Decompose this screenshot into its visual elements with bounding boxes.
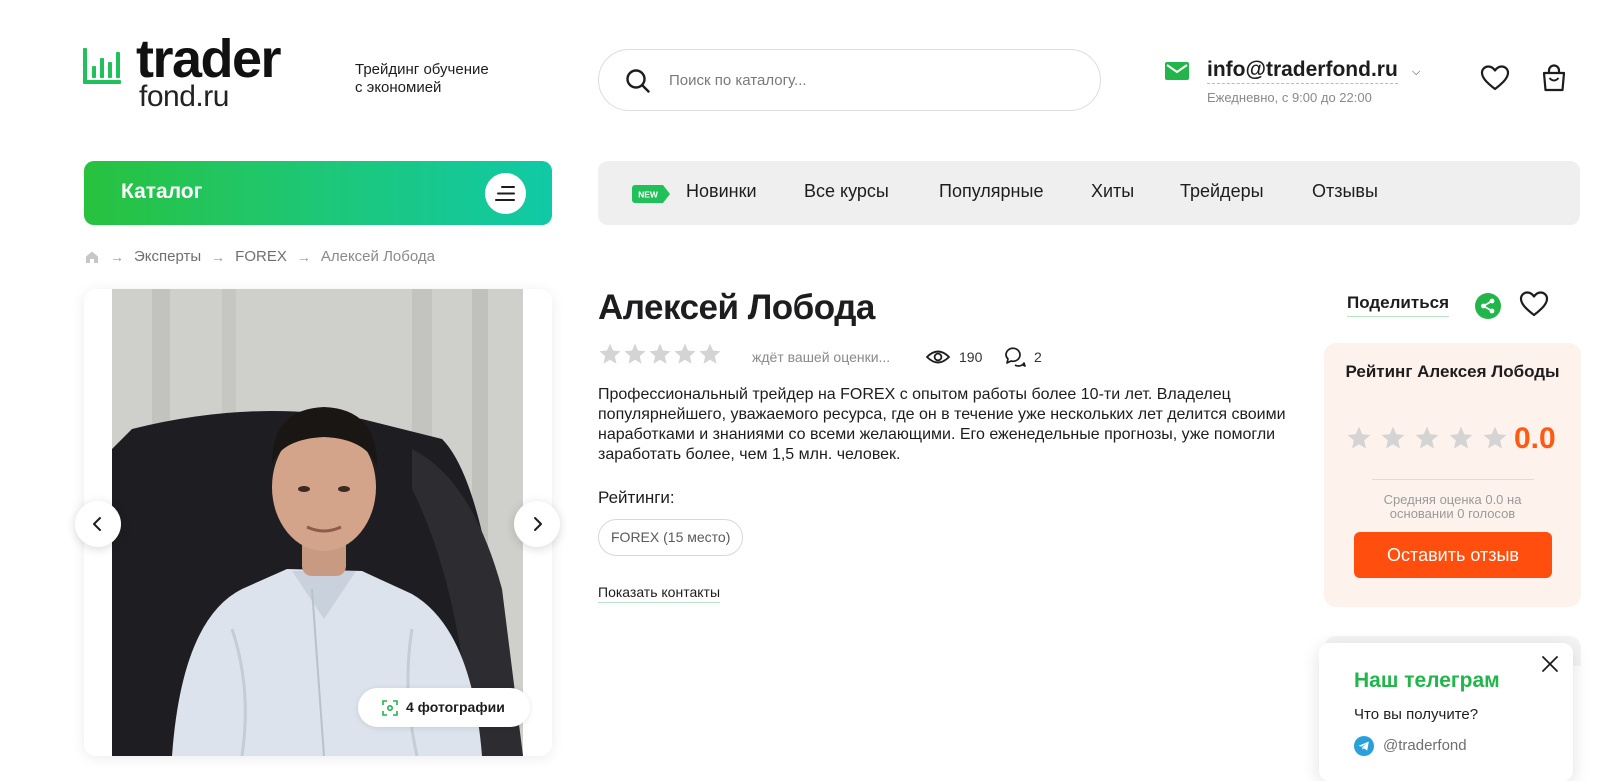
photos-count-label: 4 фотографии [406, 699, 505, 715]
leave-review-button[interactable]: Оставить отзыв [1354, 532, 1552, 578]
rating-note: Средняя оценка 0.0 на основании 0 голосо… [1383, 492, 1522, 521]
heart-icon[interactable] [1519, 290, 1549, 318]
star-icon[interactable] [623, 342, 647, 366]
star-icon [1415, 426, 1439, 449]
search-icon[interactable] [625, 68, 651, 94]
star-icon[interactable] [648, 342, 672, 366]
close-icon[interactable] [1541, 655, 1559, 673]
catalog-label: Каталог [121, 180, 203, 203]
rating-status: ждёт вашей оценки... [752, 349, 891, 365]
photos-count-button[interactable]: 4 фотографии [358, 688, 530, 727]
breadcrumb-forex[interactable]: FOREX [235, 248, 287, 265]
nav-item-popular[interactable]: Популярные [939, 181, 1043, 202]
work-hours: Ежедневно, с 9:00 до 22:00 [1207, 90, 1372, 105]
top-navigation: NEW Новинки Все курсы Популярные Хиты Тр… [598, 161, 1580, 225]
page-title: Алексей Лобода [598, 288, 875, 327]
rating-card-title: Рейтинг Алексея Лободы [1345, 362, 1560, 381]
ratings-label: Рейтинги: [598, 488, 675, 507]
logo[interactable]: trader fond.ru [82, 32, 332, 113]
rating-tag[interactable]: FOREX (15 место) [598, 519, 744, 556]
telegram-icon [1354, 736, 1374, 756]
rating-card: Рейтинг Алексея Лободы 0.0 Средняя оценк… [1324, 343, 1581, 607]
new-badge-icon: NEW [632, 185, 670, 203]
tagline-line-2: с экономией [355, 79, 442, 96]
telegram-subtitle: Что вы получите? [1354, 706, 1479, 723]
nav-item-novinki[interactable]: Новинки [686, 181, 757, 202]
new-badge-label: NEW [638, 190, 659, 200]
search-bar [598, 49, 1101, 111]
breadcrumb-arrow-icon: → [110, 248, 124, 265]
comments-count: 2 [1034, 349, 1042, 365]
nav-item-all-courses[interactable]: Все курсы [804, 181, 889, 202]
catalog-button[interactable]: Каталог [84, 161, 552, 225]
photo-gallery [84, 289, 552, 756]
breadcrumb-current: Алексей Лобода [320, 248, 435, 265]
tagline: Трейдинг обучение с экономией [355, 61, 515, 97]
show-contacts-link[interactable]: Показать контакты [598, 584, 721, 603]
user-rating-stars[interactable] [598, 342, 723, 366]
breadcrumb-experts[interactable]: Эксперты [134, 248, 201, 265]
email-link[interactable]: info@traderfond.ru [1207, 58, 1398, 84]
telegram-title: Наш телеграм [1354, 669, 1500, 692]
rating-score: 0.0 [1514, 422, 1556, 455]
mail-icon [1165, 62, 1189, 80]
comments-icon[interactable] [1004, 346, 1026, 368]
catalog-menu-toggle[interactable] [485, 173, 526, 214]
divider [1372, 479, 1534, 480]
heart-icon[interactable] [1480, 63, 1510, 93]
chevron-right-icon [534, 517, 542, 531]
telegram-popup: Наш телеграм Что вы получите? @traderfon… [1319, 643, 1573, 781]
search-input[interactable] [669, 50, 1069, 110]
rating-card-stars [1346, 425, 1516, 451]
chevron-down-icon[interactable]: ⌵ [1412, 66, 1420, 79]
filter-lines-icon [495, 186, 515, 201]
tagline-line-1: Трейдинг обучение [355, 61, 489, 78]
expert-portrait-illustration [112, 289, 523, 756]
breadcrumb-arrow-icon: → [211, 248, 226, 265]
views-count: 190 [959, 349, 983, 365]
share-link[interactable]: Поделиться [1347, 293, 1450, 317]
expand-photos-icon [382, 700, 398, 716]
breadcrumb-arrow-icon: → [296, 248, 311, 265]
chart-bars-icon [83, 48, 121, 84]
chevron-left-icon [93, 517, 101, 531]
cart-bag-icon[interactable] [1539, 63, 1569, 93]
home-icon[interactable] [84, 249, 100, 265]
eye-icon [926, 350, 950, 364]
expert-photo[interactable] [112, 289, 523, 756]
star-icon[interactable] [598, 342, 622, 366]
share-icon[interactable] [1475, 293, 1501, 319]
star-icon [1483, 426, 1507, 449]
star-icon[interactable] [673, 342, 697, 366]
star-icon [1381, 426, 1405, 449]
star-icon[interactable] [698, 342, 722, 366]
star-icon [1347, 426, 1371, 449]
breadcrumb: → Эксперты → FOREX → Алексей Лобода [84, 248, 435, 265]
telegram-handle-link[interactable]: @traderfond [1383, 737, 1467, 754]
expert-description: Профессиональный трейдер на FOREX с опыт… [598, 386, 1286, 463]
nav-item-hits[interactable]: Хиты [1091, 181, 1134, 202]
nav-item-reviews[interactable]: Отзывы [1312, 181, 1378, 202]
gallery-next-button[interactable] [514, 501, 560, 547]
logo-subtext: fond.ru [139, 80, 229, 113]
star-icon [1449, 426, 1473, 449]
nav-item-traders[interactable]: Трейдеры [1180, 181, 1264, 202]
gallery-prev-button[interactable] [75, 501, 121, 547]
logo-text: trader [136, 29, 282, 89]
